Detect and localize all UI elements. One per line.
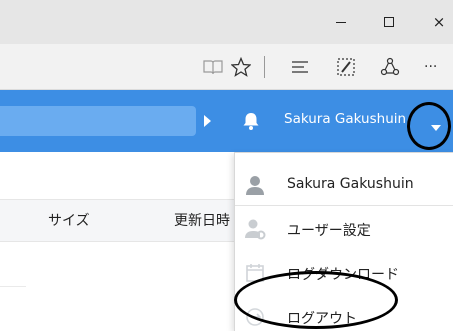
toolbar-divider (264, 56, 265, 78)
caret-highlight-circle (407, 102, 451, 150)
app-header: Sakura Gakushuin (0, 90, 453, 152)
menu-item-label: Sakura Gakushuin (287, 176, 414, 192)
reading-view-icon[interactable] (201, 55, 225, 79)
search-arrow-icon[interactable] (196, 110, 218, 132)
minimize-icon (336, 21, 346, 23)
favorite-star-icon[interactable] (229, 55, 253, 79)
user-settings-icon (243, 217, 267, 241)
header-user-name[interactable]: Sakura Gakushuin (284, 111, 406, 127)
maximize-button[interactable] (374, 10, 404, 34)
logout-highlight-circle (234, 271, 398, 329)
share-icon[interactable] (378, 55, 402, 79)
minimize-button[interactable] (326, 10, 356, 34)
browser-toolbar: ··· (0, 44, 453, 90)
search-input[interactable] (0, 106, 196, 136)
web-note-icon[interactable] (334, 55, 358, 79)
close-button[interactable]: × (424, 10, 453, 34)
more-icon[interactable]: ··· (424, 55, 453, 79)
maximize-icon (384, 17, 394, 27)
column-header-updated[interactable]: 更新日時 (174, 210, 234, 230)
menu-divider (235, 205, 453, 206)
user-icon (243, 173, 267, 197)
close-icon: × (432, 13, 446, 31)
column-header-size[interactable]: サイズ (48, 210, 90, 230)
bell-icon[interactable] (240, 110, 262, 132)
menu-item-user[interactable]: Sakura Gakushuin (235, 163, 453, 207)
menu-item-user-settings[interactable]: ユーザー設定 (235, 207, 453, 251)
row-divider (0, 286, 26, 287)
menu-item-label: ユーザー設定 (287, 223, 371, 239)
hub-icon[interactable] (288, 55, 312, 79)
browser-title-bar: × (0, 0, 453, 44)
